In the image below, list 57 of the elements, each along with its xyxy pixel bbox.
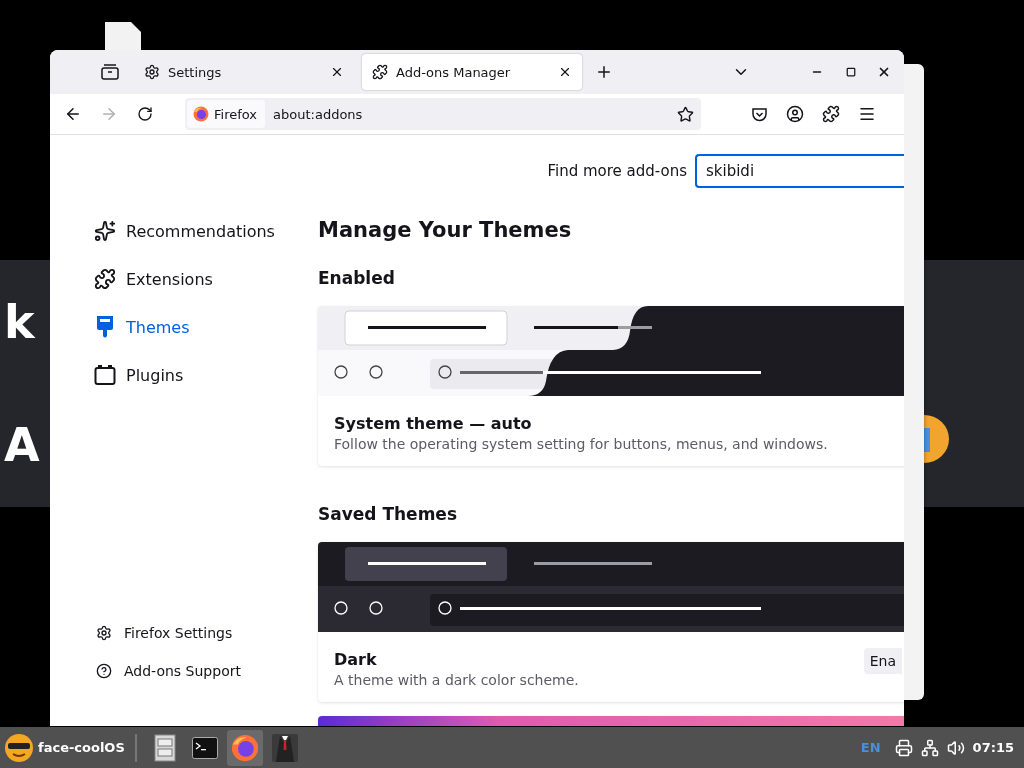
- sparkles-icon: [94, 220, 116, 242]
- volume-icon[interactable]: [946, 738, 965, 757]
- star-icon[interactable]: [676, 105, 694, 123]
- plugin-icon: [94, 364, 116, 386]
- search-label: Find more add-ons: [547, 162, 687, 180]
- puzzle-icon: [372, 64, 388, 80]
- firefox-logo-icon: [230, 733, 259, 762]
- puzzle-icon: [94, 268, 116, 290]
- address-bar[interactable]: Firefox about:addons: [185, 98, 701, 130]
- account-icon[interactable]: [786, 105, 804, 123]
- page-heading: Manage Your Themes: [318, 217, 573, 244]
- tray-icon[interactable]: [101, 64, 119, 80]
- identity-box[interactable]: Firefox: [187, 100, 266, 128]
- identity-label: Firefox: [214, 106, 258, 122]
- browser-tab[interactable]: Settings: [134, 54, 354, 90]
- background-text: k: [4, 293, 35, 351]
- section-heading: Saved Themes: [318, 503, 458, 526]
- start-label[interactable]: face-coolOS: [38, 740, 125, 755]
- browser-tab[interactable]: Add-ons Manager: [362, 54, 582, 90]
- sidebar-item[interactable]: Recommendations: [94, 207, 318, 255]
- background-text: A: [4, 417, 40, 475]
- emoji-icon: [924, 414, 950, 464]
- sidebar-link[interactable]: Firefox Settings: [94, 614, 318, 652]
- sidebar-item[interactable]: Plugins: [94, 351, 318, 399]
- theme-name: System theme — auto: [334, 414, 533, 433]
- section-heading: Enabled: [318, 267, 396, 290]
- url-text: about:addons: [273, 106, 364, 122]
- maximize-icon[interactable]: [846, 67, 856, 77]
- file-cabinet-icon[interactable]: [153, 733, 176, 762]
- puzzle-icon[interactable]: [822, 105, 840, 123]
- paintbrush-icon: [94, 315, 116, 339]
- sidebar-item[interactable]: Themes: [94, 303, 318, 351]
- theme-description: Follow the operating system setting for buttons, menus, and windows.: [334, 436, 829, 452]
- theme-name: Dark: [334, 650, 378, 669]
- theme-description: A theme with a dark color scheme.: [334, 672, 580, 688]
- gear-icon: [96, 625, 112, 641]
- close-icon[interactable]: [877, 65, 891, 79]
- firefox-logo-icon: [193, 106, 209, 122]
- close-icon[interactable]: [558, 65, 572, 79]
- sidebar-link[interactable]: Add-ons Support: [94, 652, 318, 690]
- pocket-icon[interactable]: [750, 105, 768, 123]
- menu-icon[interactable]: [858, 105, 876, 123]
- taskbar-app[interactable]: [226, 729, 263, 766]
- smiley-sunglasses-icon[interactable]: [4, 732, 34, 763]
- terminal-icon[interactable]: [191, 736, 218, 759]
- gear-icon: [144, 64, 160, 80]
- sidebar-item[interactable]: Extensions: [94, 255, 318, 303]
- file-icon[interactable]: [105, 22, 141, 52]
- network-icon[interactable]: [920, 738, 939, 757]
- new-tab-icon[interactable]: [595, 63, 613, 81]
- printer-icon[interactable]: [894, 738, 913, 757]
- enable-button[interactable]: Ena: [863, 648, 902, 674]
- clock[interactable]: 07:15: [972, 740, 1014, 755]
- search-field[interactable]: skibidi: [695, 154, 904, 188]
- help-icon: [96, 663, 112, 679]
- reload-icon[interactable]: [137, 106, 153, 122]
- close-icon[interactable]: [330, 65, 344, 79]
